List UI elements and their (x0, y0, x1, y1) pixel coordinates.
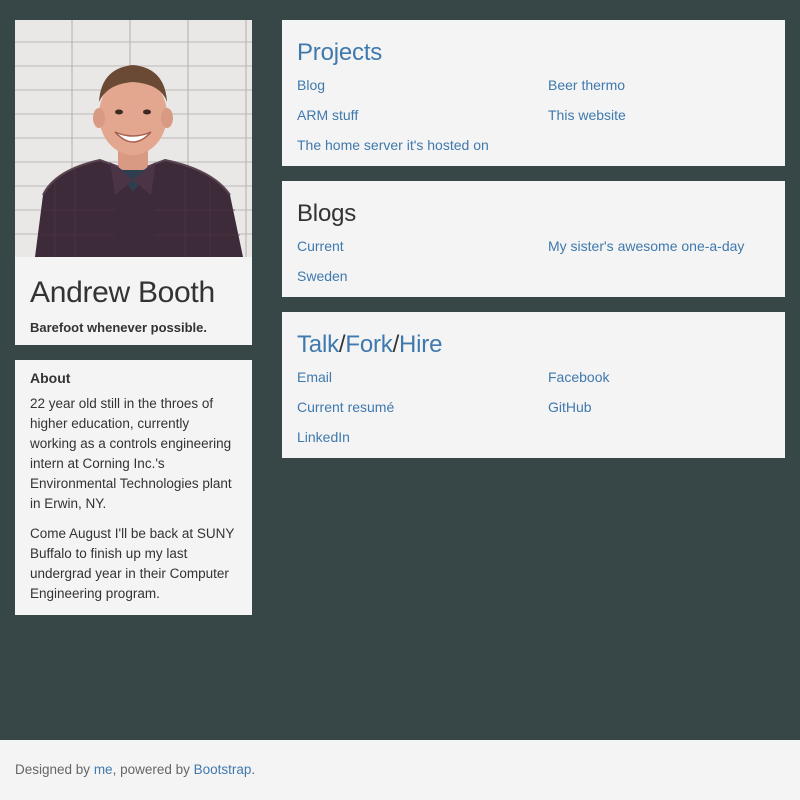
projects-card: Projects Blog Beer thermo ARM stuff This… (282, 20, 785, 166)
contact-links: Email Facebook Current resumé GitHub Lin… (297, 367, 770, 447)
profile-name: Andrew Booth (30, 276, 215, 309)
project-link-home-server[interactable]: The home server it's hosted on (297, 135, 548, 155)
projects-links: Blog Beer thermo ARM stuff This website … (297, 75, 770, 155)
footer-me-link[interactable]: me (94, 762, 113, 777)
profile-photo (15, 20, 252, 257)
contact-link-facebook[interactable]: Facebook (548, 367, 785, 387)
footer-text: Designed by (15, 762, 94, 777)
about-card: About 22 year old still in the throes of… (15, 360, 252, 615)
about-heading: About (30, 370, 71, 386)
blogs-links: Current My sister's awesome one-a-day Sw… (297, 236, 770, 286)
footer-text: , powered by (112, 762, 194, 777)
hire-heading-link[interactable]: Hire (399, 331, 442, 358)
projects-heading-link[interactable]: Projects (297, 38, 770, 68)
profile-tagline: Barefoot whenever possible. (30, 320, 207, 335)
contact-link-email[interactable]: Email (297, 367, 548, 387)
contact-link-github[interactable]: GitHub (548, 397, 785, 417)
blog-link-sister-one-a-day[interactable]: My sister's awesome one-a-day (548, 236, 785, 256)
contact-card: Talk/Fork/Hire Email Facebook Current re… (282, 312, 785, 458)
contact-link-linkedin[interactable]: LinkedIn (297, 427, 548, 447)
talk-heading-link[interactable]: Talk (297, 331, 339, 358)
blog-link-current[interactable]: Current (297, 236, 548, 256)
fork-heading-link[interactable]: Fork (345, 331, 392, 358)
blogs-card: Blogs Current My sister's awesome one-a-… (282, 181, 785, 297)
contact-link-resume[interactable]: Current resumé (297, 397, 548, 417)
footer-text: . (251, 762, 256, 777)
profile-card: Andrew Booth Barefoot whenever possible. (15, 20, 252, 345)
blogs-heading: Blogs (297, 200, 357, 227)
footer-bootstrap-link[interactable]: Bootstrap (194, 762, 252, 777)
footer: Designed by me, powered by Bootstrap. (0, 740, 800, 800)
about-paragraph: 22 year old still in the throes of highe… (30, 396, 232, 511)
project-link-beer-thermo[interactable]: Beer thermo (548, 75, 785, 95)
about-paragraph: Come August I'll be back at SUNY Buffalo… (30, 526, 235, 601)
profile-photo-person (35, 65, 243, 257)
project-link-this-website[interactable]: This website (548, 105, 785, 125)
project-link-blog[interactable]: Blog (297, 75, 548, 95)
project-link-arm-stuff[interactable]: ARM stuff (297, 105, 548, 125)
contact-heading: Talk/Fork/Hire (297, 330, 770, 360)
blog-link-sweden[interactable]: Sweden (297, 266, 548, 286)
